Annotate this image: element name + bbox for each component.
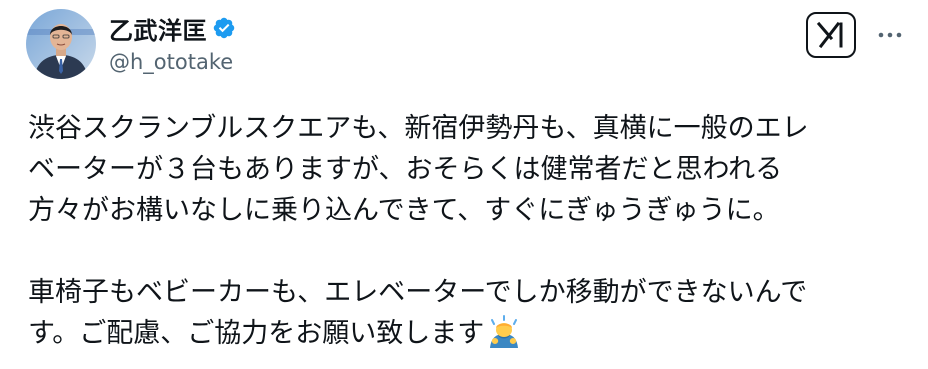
author-display-name[interactable]: 乙武洋匡 bbox=[109, 11, 207, 46]
post-text-fragment: す。ご配慮、ご協力をお願い致します bbox=[28, 318, 485, 349]
post: 乙武洋匡 @h_ototake 渋谷スクランブルスクエアも、新宿伊勢丹も、真横に… bbox=[0, 0, 928, 369]
verified-badge-icon bbox=[213, 17, 235, 39]
author-name-row[interactable]: 乙武洋匡 bbox=[109, 11, 236, 46]
author-handle[interactable]: @h_ototake bbox=[109, 50, 233, 74]
more-options-icon bbox=[878, 32, 902, 38]
post-text-line: 渋谷スクランブルスクエアも、新宿伊勢丹も、真横に一般のエレ bbox=[28, 113, 809, 144]
post-paragraph: 渋谷スクランブルスクエアも、新宿伊勢丹も、真横に一般のエレ ベーターが３台もあり… bbox=[28, 108, 908, 231]
post-text-line: 方々がお構いなしに乗り込んできて、すぐにぎゅうぎゅうに。 bbox=[28, 195, 780, 226]
grok-button[interactable] bbox=[806, 12, 856, 58]
avatar[interactable] bbox=[26, 9, 96, 79]
more-options-button[interactable] bbox=[870, 20, 910, 50]
post-text-line-last: す。ご配慮、ご協力をお願い致します bbox=[28, 313, 908, 354]
post-text: 渋谷スクランブルスクエアも、新宿伊勢丹も、真横に一般のエレ ベーターが３台もあり… bbox=[28, 108, 908, 354]
post-text-line: 車椅子もベビーカーも、エレベーターでしか移動ができないんで bbox=[28, 277, 808, 308]
bowing-person-emoji bbox=[490, 315, 519, 348]
grok-icon bbox=[816, 21, 843, 49]
post-paragraph: 車椅子もベビーカーも、エレベーターでしか移動ができないんで す。ご配慮、ご協力を… bbox=[28, 272, 908, 354]
post-text-line: ベーターが３台もありますが、おそらくは健常者だと思われる bbox=[28, 154, 783, 185]
